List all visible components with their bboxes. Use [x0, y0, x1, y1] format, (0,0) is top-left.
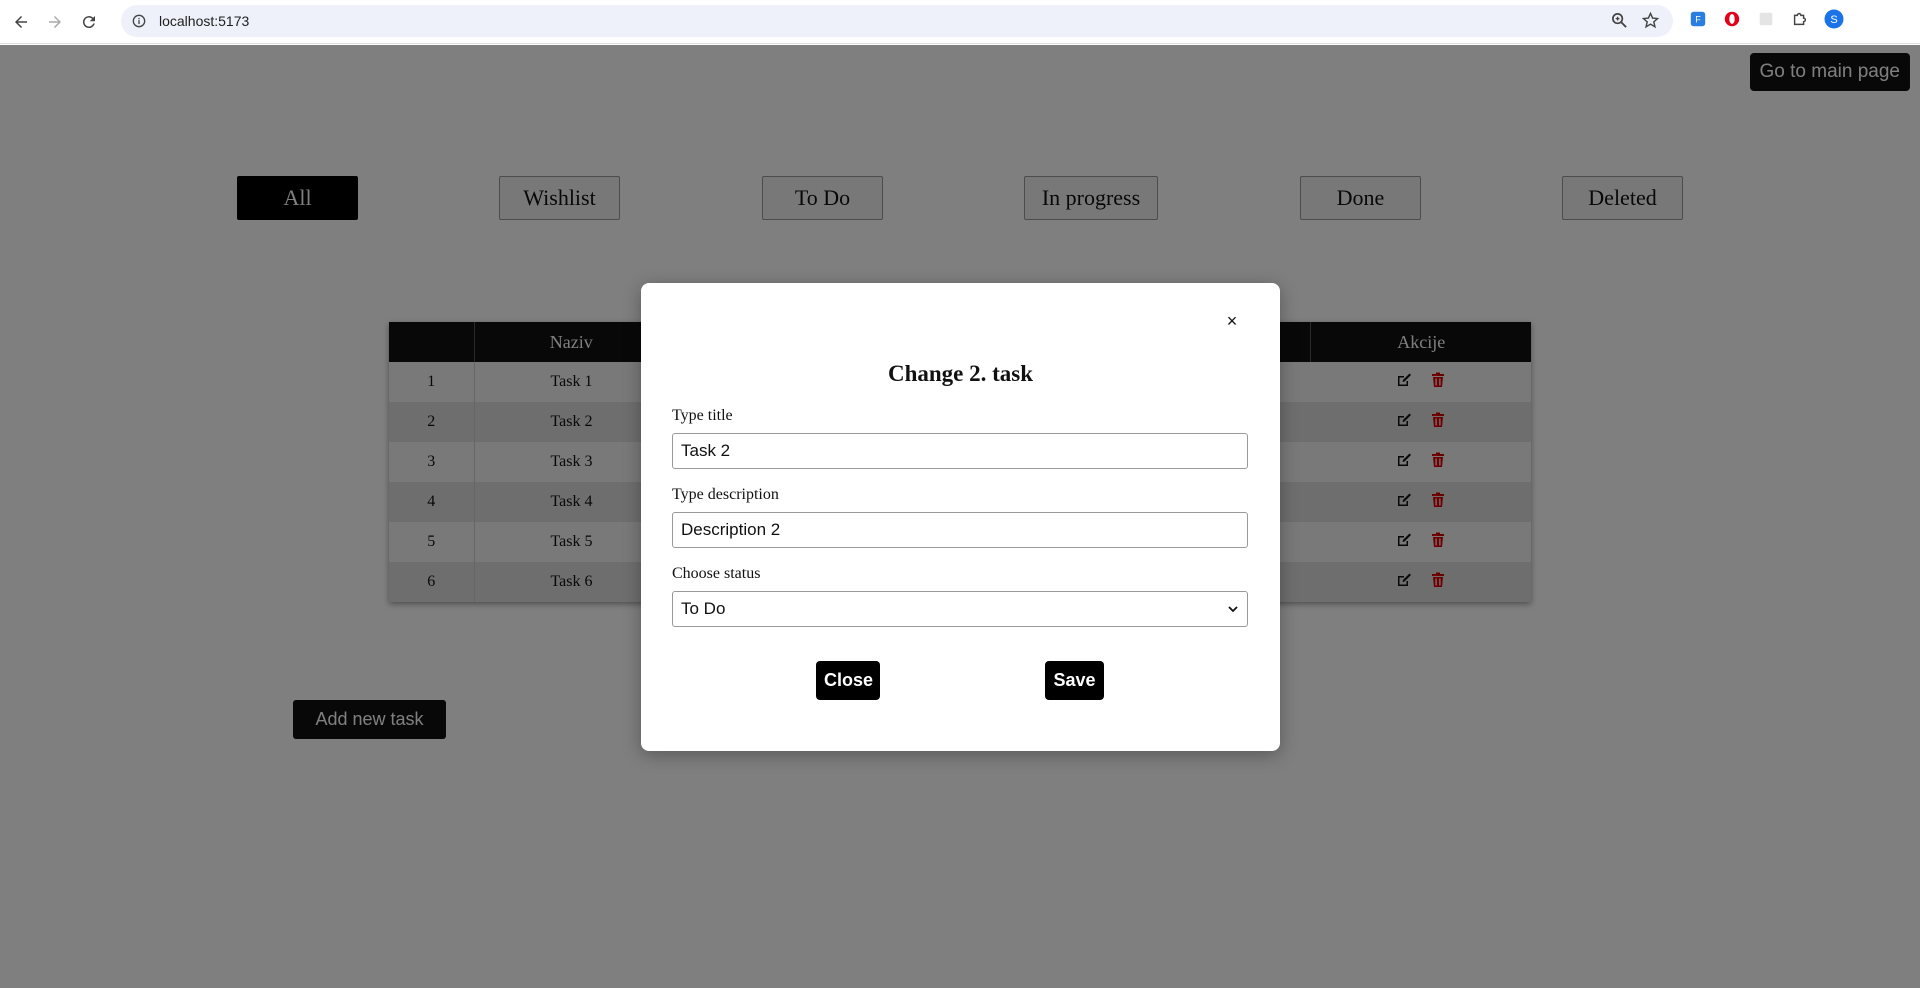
- reload-icon[interactable]: [76, 9, 102, 35]
- save-button[interactable]: Save: [1045, 661, 1104, 700]
- url-text[interactable]: localhost:5173: [159, 13, 249, 29]
- description-field-label: Type description: [672, 486, 779, 503]
- description-input[interactable]: Description 2: [672, 512, 1248, 548]
- close-button[interactable]: Close: [816, 661, 880, 700]
- status-select[interactable]: To Do: [672, 591, 1248, 627]
- status-field-label: Choose status: [672, 565, 761, 582]
- forward-icon[interactable]: [42, 9, 68, 35]
- back-icon[interactable]: [8, 9, 34, 35]
- chevron-down-icon: [1228, 606, 1238, 613]
- edit-task-modal: × Change 2. task Type title Task 2 Type …: [641, 283, 1280, 751]
- opera-extension-icon[interactable]: [1722, 9, 1742, 29]
- bookmark-star-icon[interactable]: [1641, 11, 1660, 34]
- title-field-label: Type title: [672, 407, 733, 424]
- title-input[interactable]: Task 2: [672, 433, 1248, 469]
- site-info-icon[interactable]: [131, 13, 147, 29]
- zoom-icon[interactable]: [1611, 12, 1628, 34]
- browser-toolbar: localhost:5173 F S: [0, 0, 1920, 44]
- modal-title: Change 2. task: [887, 361, 1034, 386]
- svg-text:F: F: [1695, 15, 1701, 25]
- extensions-puzzle-icon[interactable]: [1790, 9, 1810, 29]
- close-icon[interactable]: ×: [1222, 311, 1242, 331]
- blank-extension-icon[interactable]: [1756, 9, 1776, 29]
- translate-extension-icon[interactable]: F: [1688, 9, 1708, 29]
- profile-avatar[interactable]: S: [1824, 9, 1844, 29]
- address-bar[interactable]: localhost:5173: [121, 5, 1673, 37]
- profile-initial: S: [1830, 14, 1837, 26]
- status-selected-value: To Do: [681, 599, 726, 618]
